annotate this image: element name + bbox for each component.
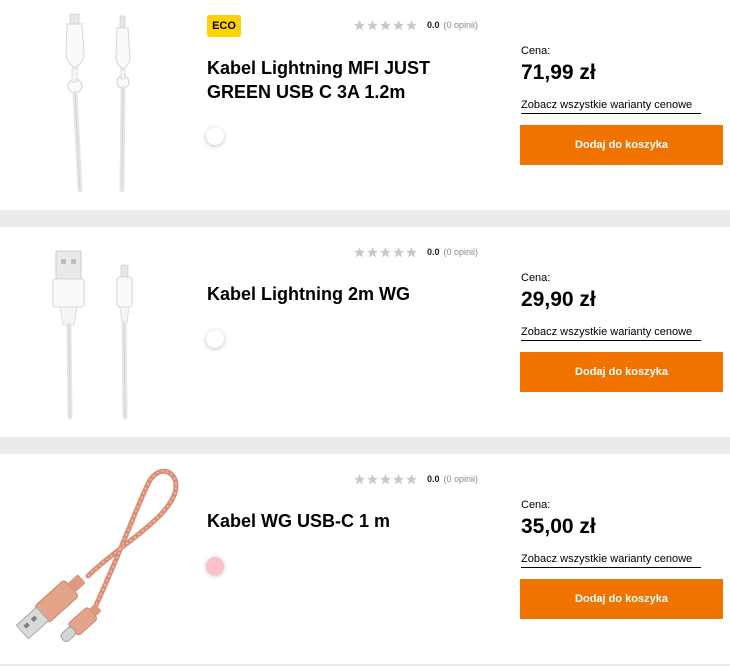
rating-score: 0.0 (427, 474, 440, 484)
star-icon (380, 19, 391, 30)
product-image[interactable] (0, 0, 200, 210)
star-icon (367, 19, 378, 30)
star-icon (406, 246, 417, 257)
price: 29,90 zł (521, 288, 596, 311)
rating[interactable]: 0.0 (0 opinii) (353, 245, 478, 259)
rating[interactable]: 0.0 (0 opinii) (353, 472, 478, 486)
rating-count: (0 opinii) (443, 474, 479, 484)
product-image[interactable] (0, 454, 200, 664)
product-card: 0.0 (0 opinii) Kabel WG USB-C 1 m Cena: … (0, 454, 730, 664)
star-icon (393, 473, 404, 484)
add-to-cart-button[interactable]: Dodaj do koszyka (520, 579, 723, 619)
card-separator (0, 210, 730, 227)
product-image[interactable] (0, 227, 200, 437)
product-title[interactable]: Kabel Lightning 2m WG (207, 282, 467, 306)
price-label: Cena: (521, 272, 551, 284)
price-label: Cena: (521, 45, 551, 57)
star-icon (354, 19, 365, 30)
star-icon (367, 473, 378, 484)
rating-score: 0.0 (427, 20, 440, 30)
color-swatch[interactable] (206, 557, 224, 575)
color-swatch[interactable] (206, 330, 224, 348)
star-icon (354, 246, 365, 257)
price-label: Cena: (521, 499, 551, 511)
rating[interactable]: 0.0 (0 opinii) (353, 18, 478, 32)
rating-score: 0.0 (427, 247, 440, 257)
product-card: ECO 0.0 (0 opinii) Kabel Lightning MFI J… (0, 0, 730, 210)
rating-count: (0 opinii) (443, 247, 479, 257)
product-title[interactable]: Kabel Lightning MFI JUST GREEN USB C 3A … (207, 56, 467, 104)
star-icon (354, 473, 365, 484)
price: 71,99 zł (521, 61, 596, 84)
star-icon (393, 19, 404, 30)
add-to-cart-button[interactable]: Dodaj do koszyka (520, 352, 723, 392)
color-swatch[interactable] (206, 127, 224, 145)
add-to-cart-button[interactable]: Dodaj do koszyka (520, 125, 723, 165)
card-separator (0, 437, 730, 454)
rating-count: (0 opinii) (443, 20, 479, 30)
rating-stars (353, 246, 418, 259)
product-title[interactable]: Kabel WG USB-C 1 m (207, 509, 467, 533)
star-icon (380, 246, 391, 257)
star-icon (393, 246, 404, 257)
eco-badge: ECO (207, 15, 241, 37)
rating-stars (353, 473, 418, 486)
star-icon (406, 19, 417, 30)
star-icon (406, 473, 417, 484)
product-list: ECO 0.0 (0 opinii) Kabel Lightning MFI J… (0, 0, 730, 666)
star-icon (367, 246, 378, 257)
star-icon (380, 473, 391, 484)
product-card: 0.0 (0 opinii) Kabel Lightning 2m WG Cen… (0, 227, 730, 437)
price-variants-link[interactable]: Zobacz wszystkie warianty cenowe (521, 326, 701, 341)
price: 35,00 zł (521, 515, 596, 538)
price-variants-link[interactable]: Zobacz wszystkie warianty cenowe (521, 99, 701, 114)
price-variants-link[interactable]: Zobacz wszystkie warianty cenowe (521, 553, 701, 568)
rating-stars (353, 19, 418, 32)
